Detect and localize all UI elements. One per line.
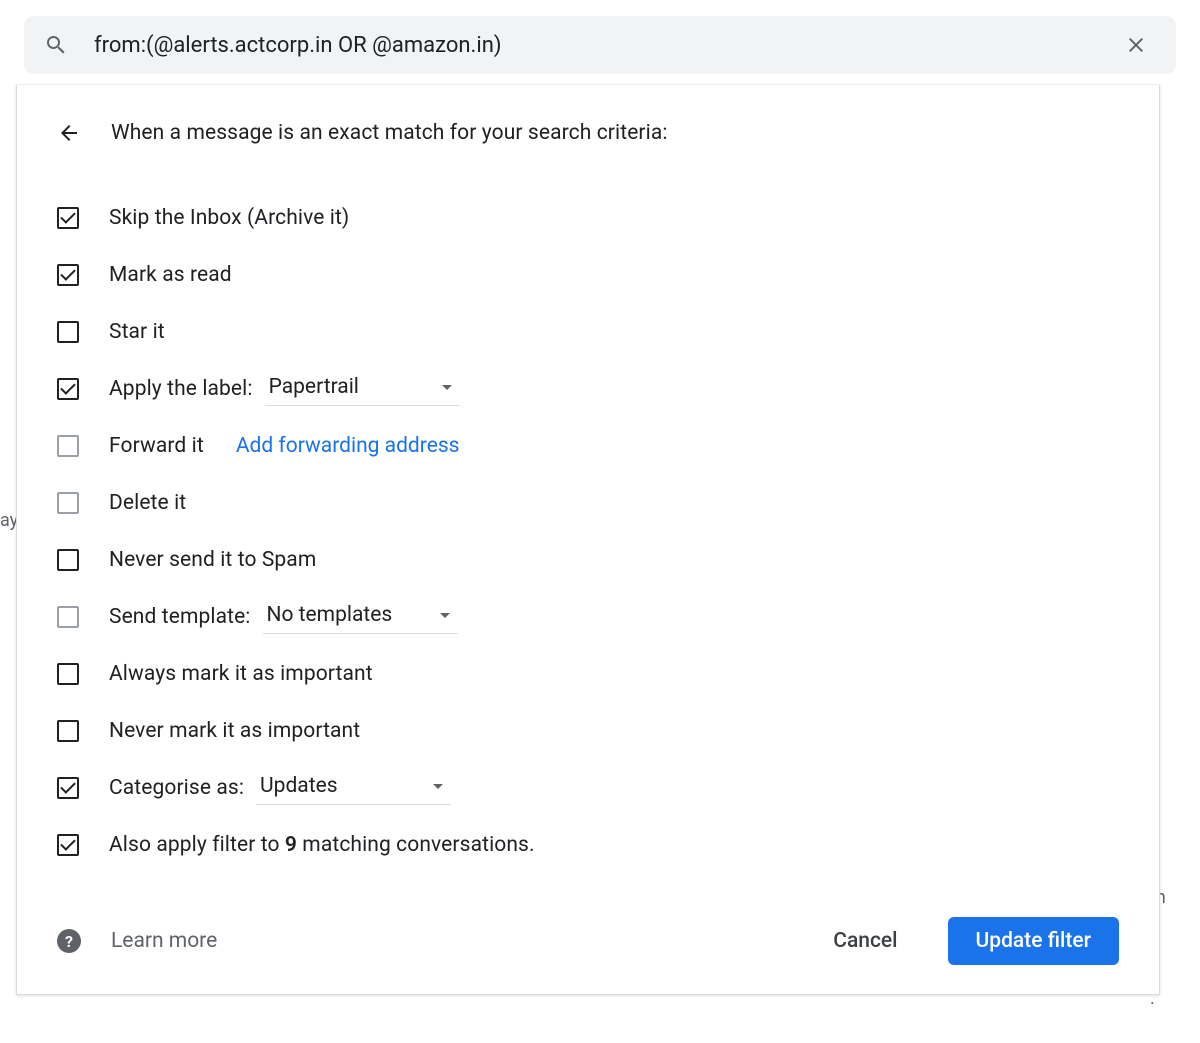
option-never-spam: Never send it to Spam — [57, 531, 1119, 588]
dropdown-send-template[interactable]: No templates — [263, 599, 458, 634]
label-send-template: Send template: — [109, 605, 251, 629]
label-mark-read: Mark as read — [109, 263, 232, 287]
checkbox-also-apply[interactable] — [57, 834, 79, 856]
label-apply-label: Apply the label: — [109, 377, 253, 401]
dropdown-categorise-value: Updates — [260, 774, 338, 798]
checkbox-categorise[interactable] — [57, 777, 79, 799]
update-filter-button[interactable]: Update filter — [948, 917, 1119, 965]
cancel-button[interactable]: Cancel — [813, 919, 917, 963]
close-icon — [1124, 33, 1148, 57]
clear-search-button[interactable] — [1116, 25, 1156, 65]
option-forward-it: Forward it Add forwarding address — [57, 417, 1119, 474]
checkbox-forward-it[interactable] — [57, 435, 79, 457]
checkbox-mark-read[interactable] — [57, 264, 79, 286]
label-never-spam: Never send it to Spam — [109, 548, 316, 572]
checkbox-send-template[interactable] — [57, 606, 79, 628]
learn-more-link[interactable]: Learn more — [111, 929, 217, 953]
header-text: When a message is an exact match for you… — [111, 121, 668, 145]
option-send-template: Send template: No templates — [57, 588, 1119, 645]
label-always-important: Always mark it as important — [109, 662, 373, 686]
option-star-it: Star it — [57, 303, 1119, 360]
option-apply-label: Apply the label: Papertrail — [57, 360, 1119, 417]
arrow-left-icon — [57, 121, 81, 145]
checkbox-star-it[interactable] — [57, 321, 79, 343]
option-categorise: Categorise as: Updates — [57, 759, 1119, 816]
chevron-down-icon — [442, 385, 452, 390]
link-add-forwarding[interactable]: Add forwarding address — [236, 434, 460, 458]
dropdown-apply-label-value: Papertrail — [269, 375, 359, 399]
search-input[interactable] — [94, 33, 1116, 58]
label-star-it: Star it — [109, 320, 165, 344]
chevron-down-icon — [433, 784, 443, 789]
label-categorise: Categorise as: — [109, 776, 244, 800]
label-forward-it: Forward it — [109, 434, 204, 458]
label-also-apply: Also apply filter to 9 matching conversa… — [109, 833, 535, 857]
label-never-important: Never mark it as important — [109, 719, 360, 743]
checkbox-always-important[interactable] — [57, 663, 79, 685]
filter-panel: When a message is an exact match for you… — [16, 84, 1160, 995]
option-mark-read: Mark as read — [57, 246, 1119, 303]
panel-header: When a message is an exact match for you… — [57, 121, 1119, 145]
search-bar — [24, 16, 1176, 74]
back-button[interactable] — [57, 121, 81, 145]
dropdown-send-template-value: No templates — [267, 603, 393, 627]
panel-footer: ? Learn more Cancel Update filter — [57, 917, 1119, 965]
checkbox-apply-label[interactable] — [57, 378, 79, 400]
option-always-important: Always mark it as important — [57, 645, 1119, 702]
search-icon — [44, 33, 68, 57]
option-also-apply: Also apply filter to 9 matching conversa… — [57, 816, 1119, 873]
checkbox-never-important[interactable] — [57, 720, 79, 742]
option-delete-it: Delete it — [57, 474, 1119, 531]
dropdown-apply-label[interactable]: Papertrail — [265, 371, 460, 406]
chevron-down-icon — [440, 613, 450, 618]
checkbox-delete-it[interactable] — [57, 492, 79, 514]
label-delete-it: Delete it — [109, 491, 186, 515]
dropdown-categorise[interactable]: Updates — [256, 770, 451, 805]
checkbox-skip-inbox[interactable] — [57, 207, 79, 229]
label-skip-inbox: Skip the Inbox (Archive it) — [109, 206, 349, 230]
help-icon[interactable]: ? — [57, 929, 81, 953]
option-never-important: Never mark it as important — [57, 702, 1119, 759]
checkbox-never-spam[interactable] — [57, 549, 79, 571]
option-skip-inbox: Skip the Inbox (Archive it) — [57, 189, 1119, 246]
